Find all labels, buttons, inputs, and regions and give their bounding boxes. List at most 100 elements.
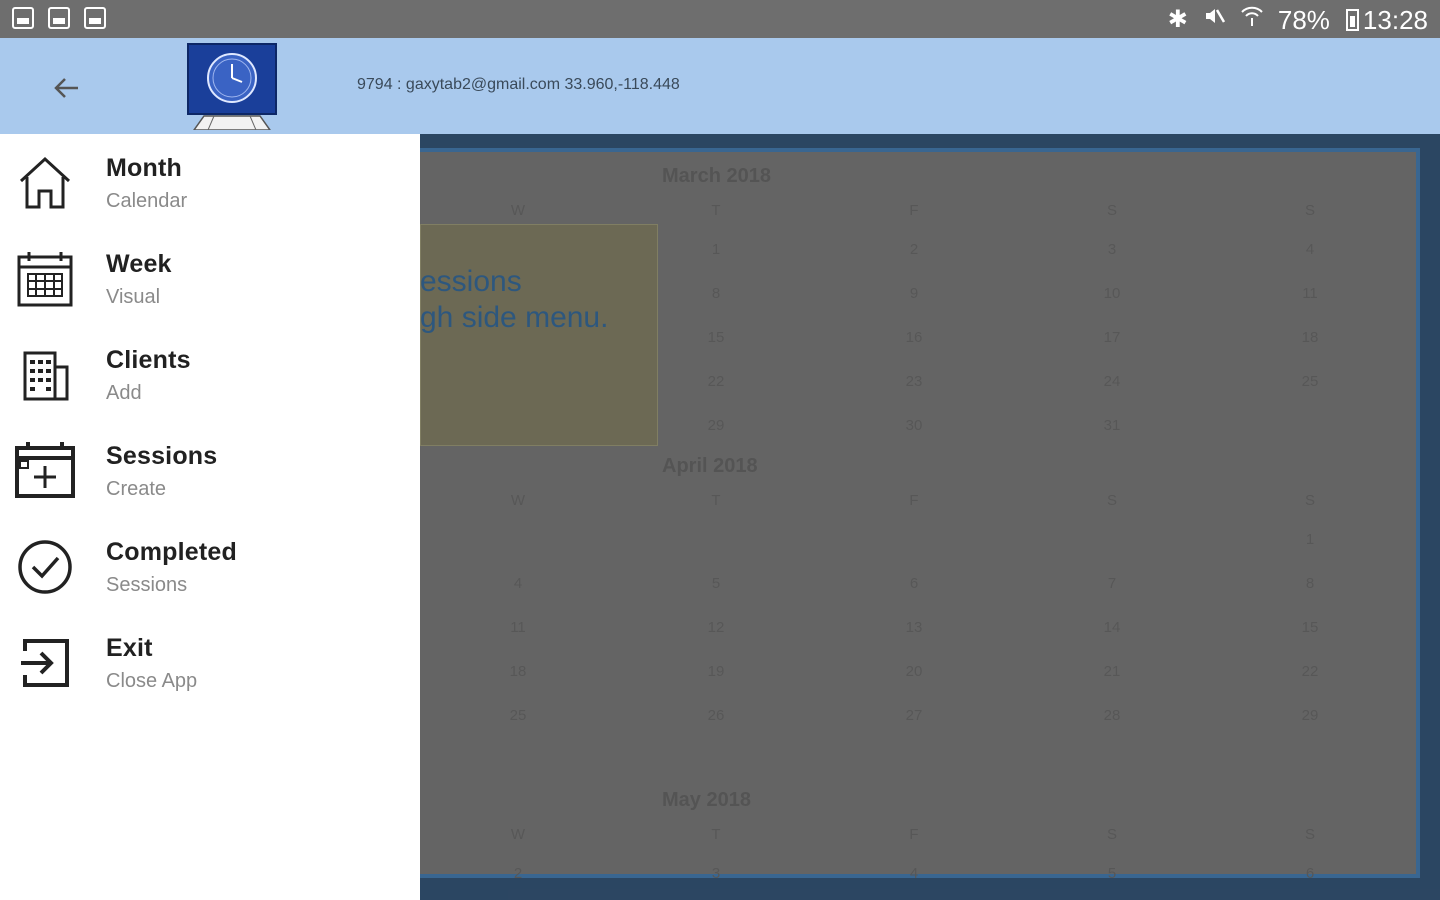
day-cell[interactable]: 8 xyxy=(1290,575,1330,592)
menu-item-week[interactable]: Week Visual xyxy=(0,230,420,322)
tip-line-1: essions xyxy=(420,265,522,298)
day-cell[interactable]: 16 xyxy=(894,329,934,346)
day-cell[interactable]: 25 xyxy=(1290,373,1330,390)
day-cell[interactable]: 14 xyxy=(1092,619,1132,636)
status-bar: ✱ 78% 13:28 xyxy=(0,0,1440,38)
app-logo xyxy=(186,42,278,131)
day-header: W xyxy=(510,492,526,509)
day-cell[interactable]: 24 xyxy=(1092,373,1132,390)
day-cell[interactable]: 8 xyxy=(696,285,736,302)
day-cell[interactable]: 2 xyxy=(894,241,934,258)
day-header: S xyxy=(1106,202,1117,219)
menu-item-subtitle: Visual xyxy=(106,286,161,308)
day-cell[interactable]: 5 xyxy=(1092,865,1132,882)
day-cell[interactable]: 15 xyxy=(696,329,736,346)
day-cell[interactable]: 1 xyxy=(1290,531,1330,548)
day-cell[interactable]: 2 xyxy=(498,865,538,882)
menu-item-completed[interactable]: Completed Sessions xyxy=(0,518,420,610)
day-header: W xyxy=(510,826,526,843)
day-cell[interactable]: 1 xyxy=(696,241,736,258)
menu-item-subtitle: Add xyxy=(106,382,142,404)
day-cell[interactable]: 25 xyxy=(498,707,538,724)
day-cell[interactable]: 22 xyxy=(1290,663,1330,680)
day-cell[interactable]: 28 xyxy=(1092,707,1132,724)
day-cell[interactable]: 26 xyxy=(696,707,736,724)
calendar-add-icon xyxy=(14,440,76,502)
month-title: May 2018 xyxy=(662,789,751,811)
day-header: S xyxy=(1304,492,1315,509)
menu-item-exit[interactable]: Exit Close App xyxy=(0,614,420,706)
day-cell[interactable]: 29 xyxy=(1290,707,1330,724)
building-icon xyxy=(14,344,76,406)
bluetooth-icon: ✱ xyxy=(1167,6,1188,33)
menu-item-title: Completed xyxy=(106,538,237,566)
day-cell[interactable]: 27 xyxy=(894,707,934,724)
menu-item-subtitle: Create xyxy=(106,478,167,500)
day-cell[interactable]: 12 xyxy=(696,619,736,636)
image-notif-icon xyxy=(48,7,70,29)
day-cell[interactable]: 31 xyxy=(1092,417,1132,434)
day-header: F xyxy=(909,826,919,843)
month-title: March 2018 xyxy=(662,165,771,187)
day-header: F xyxy=(909,492,919,509)
menu-item-clients[interactable]: Clients Add xyxy=(0,326,420,418)
menu-item-sessions[interactable]: Sessions Create xyxy=(0,422,420,514)
day-cell[interactable]: 6 xyxy=(1290,865,1330,882)
day-cell[interactable]: 22 xyxy=(696,373,736,390)
day-cell[interactable]: 18 xyxy=(1290,329,1330,346)
day-header: T xyxy=(711,826,721,843)
header-info: 9794 : gaxytab2@gmail.com 33.960,-118.44… xyxy=(357,76,680,93)
day-cell[interactable]: 3 xyxy=(1092,241,1132,258)
day-cell[interactable]: 5 xyxy=(696,575,736,592)
calendar-notif-icon xyxy=(12,7,34,29)
day-cell[interactable]: 19 xyxy=(696,663,736,680)
menu-item-subtitle: Close App xyxy=(106,670,198,692)
menu-item-title: Sessions xyxy=(106,442,218,470)
day-header: W xyxy=(510,202,526,219)
day-cell[interactable]: 9 xyxy=(894,285,934,302)
home-icon xyxy=(14,152,76,214)
menu-item-month[interactable]: Month Calendar xyxy=(0,134,420,226)
exit-icon xyxy=(14,632,76,694)
menu-item-subtitle: Sessions xyxy=(106,574,188,596)
day-cell[interactable]: 10 xyxy=(1092,285,1132,302)
day-cell[interactable]: 6 xyxy=(894,575,934,592)
day-header: S xyxy=(1106,492,1117,509)
day-cell[interactable]: 15 xyxy=(1290,619,1330,636)
day-cell[interactable]: 30 xyxy=(894,417,934,434)
wifi-icon xyxy=(1240,4,1264,36)
day-cell[interactable]: 7 xyxy=(1092,575,1132,592)
day-cell[interactable]: 11 xyxy=(1290,285,1330,302)
month-title: April 2018 xyxy=(662,455,758,477)
day-cell[interactable]: 4 xyxy=(1290,241,1330,258)
day-cell[interactable]: 4 xyxy=(498,575,538,592)
day-cell[interactable]: 21 xyxy=(1092,663,1132,680)
mute-icon xyxy=(1202,4,1226,36)
back-button[interactable] xyxy=(44,66,88,110)
check-circle-icon xyxy=(14,536,76,598)
battery-percent: 78% xyxy=(1277,4,1330,35)
day-cell[interactable]: 20 xyxy=(894,663,934,680)
menu-item-title: Exit xyxy=(106,634,153,662)
day-header: S xyxy=(1304,202,1315,219)
day-cell[interactable]: 11 xyxy=(498,619,538,636)
day-header: T xyxy=(711,202,721,219)
tip-line-2: gh side menu. xyxy=(420,301,609,334)
arrow-left-icon xyxy=(54,78,78,98)
gallery-notif-icon xyxy=(84,7,106,29)
battery-icon xyxy=(1345,9,1359,31)
tip-text: essions gh side menu. xyxy=(420,264,608,336)
menu-item-title: Week xyxy=(106,250,172,278)
day-header: F xyxy=(909,202,919,219)
navigation-drawer: Month Calendar Week Visual Clients Add S… xyxy=(0,134,420,900)
day-cell[interactable]: 4 xyxy=(894,865,934,882)
day-header: S xyxy=(1106,826,1117,843)
menu-item-subtitle: Calendar xyxy=(106,190,188,212)
day-cell[interactable]: 13 xyxy=(894,619,934,636)
day-cell[interactable]: 29 xyxy=(696,417,736,434)
day-cell[interactable]: 3 xyxy=(696,865,736,882)
day-cell[interactable]: 23 xyxy=(894,373,934,390)
day-cell[interactable]: 17 xyxy=(1092,329,1132,346)
day-cell[interactable]: 18 xyxy=(498,663,538,680)
calendar-grid-icon xyxy=(14,248,76,310)
